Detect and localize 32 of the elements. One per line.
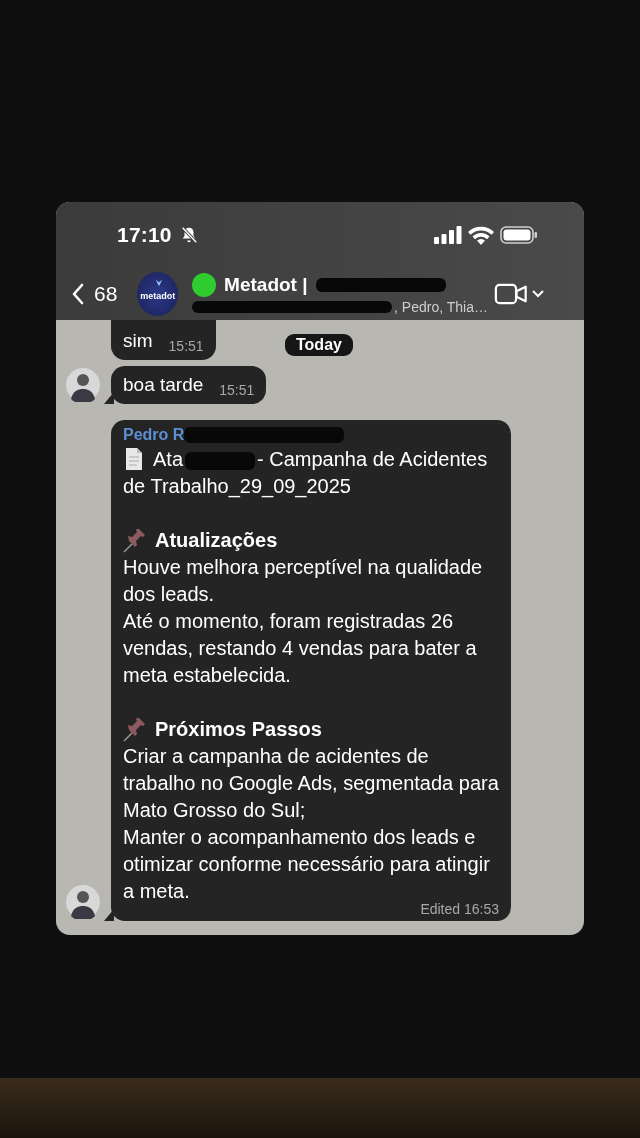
pushpin-icon [123, 528, 147, 553]
avatar [66, 368, 100, 402]
avatar [66, 885, 100, 919]
wifi-icon [468, 225, 494, 245]
message-time: 15:51 [219, 382, 255, 398]
message-text: Criar a campanha de acidentes de trabalho no Google Ads, segmentada para Mato Grosso do Sul; [123, 744, 499, 823]
date-label: Today [285, 334, 353, 356]
message-time: 15:51 [168, 338, 204, 354]
document-icon [123, 447, 145, 471]
message-text: Manter o acompanhamento dos leads e otimizar conforme necessário para atingir a meta. [123, 825, 491, 903]
group-avatar[interactable]: metadot [137, 272, 179, 316]
message-text: Houve melhora perceptível na qualidade dos leads. [123, 555, 484, 607]
sender-name: Pedro R [123, 426, 185, 444]
pushpin-icon [123, 717, 147, 742]
battery-icon [500, 226, 538, 244]
message-text: Até o momento, foram registradas 26 vendas, restando 4 vendas para bater a meta estabelecida. [123, 609, 478, 688]
message-text: boa tarde [123, 373, 204, 397]
signal-icon [434, 226, 462, 244]
message-time: Edited 16:53 [420, 901, 499, 917]
section-heading: Próximos Passos [155, 717, 322, 742]
document-title: Ata - Campanha de Acidentes de Trabalho_29_09_2025 [123, 447, 489, 500]
video-call-button[interactable] [494, 283, 544, 305]
message-text: sim [123, 329, 153, 353]
chevron-down-icon [532, 290, 544, 298]
section-heading: Atualizações [155, 528, 278, 553]
status-time: 17:10 [117, 223, 172, 247]
chevron-left-icon [72, 283, 84, 305]
video-camera-icon [494, 283, 528, 305]
status-dot [192, 273, 217, 297]
back-button[interactable]: 68 [72, 282, 118, 306]
chat-title: Metadot | [224, 274, 308, 296]
chat-members: , Pedro, Thia… [394, 299, 488, 315]
